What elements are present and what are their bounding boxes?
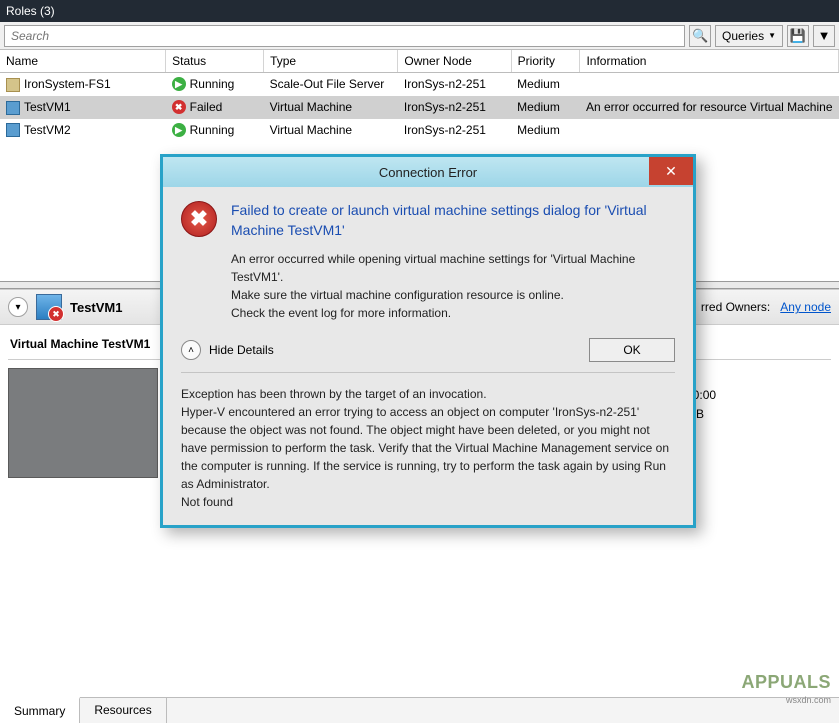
cell-info: An error occurred for resource Virtual M… [580,96,839,119]
watermark-brand: APPUALS [741,672,831,693]
running-icon: ▶ [172,123,186,137]
toolbar: 🔍 Queries ▼ 💾 ▼ [0,22,839,50]
details-line: Hyper-V encountered an error trying to a… [181,403,675,493]
watermark-site: wsxdn.com [786,695,831,705]
hide-details-toggle[interactable]: ˄ Hide Details [181,340,274,360]
cell-name: TestVM2 [24,123,71,137]
cell-type: Virtual Machine [264,96,398,119]
save-dropdown-button[interactable]: ▼ [813,25,835,47]
vm-thumbnail [8,368,158,478]
server-icon [6,78,20,92]
dialog-body-line: An error occurred while opening virtual … [231,250,675,286]
col-owner[interactable]: Owner Node [398,50,511,73]
error-icon: ✖ [181,201,217,237]
cell-name: TestVM1 [24,100,71,114]
cell-priority: Medium [511,119,580,142]
col-information[interactable]: Information [580,50,839,73]
error-dialog: Connection Error ✕ ✖ Failed to create or… [160,154,696,528]
cell-priority: Medium [511,73,580,96]
vm-error-icon [36,294,62,320]
detail-tabs: Summary Resources [0,697,839,723]
tab-summary[interactable]: Summary [0,697,80,723]
cell-type: Scale-Out File Server [264,73,398,96]
ok-button[interactable]: OK [589,338,675,362]
window-titlebar: Roles (3) [0,0,839,22]
col-status[interactable]: Status [166,50,264,73]
col-name[interactable]: Name [0,50,166,73]
cell-info [580,119,839,142]
dialog-title: Connection Error [379,165,477,180]
owners-label: rred Owners: [701,300,770,314]
chevron-down-icon: ▼ [768,31,776,40]
cell-owner: IronSys-n2-251 [398,96,511,119]
table-row[interactable]: IronSystem-FS1 ▶ Running Scale-Out File S… [0,73,839,96]
chevron-up-icon: ˄ [181,340,201,360]
queries-label: Queries [722,29,764,43]
tab-resources[interactable]: Resources [80,698,166,723]
cell-status: Running [190,123,235,137]
dialog-body-line: Make sure the virtual machine configurat… [231,286,675,304]
table-row[interactable]: TestVM1 ✖ Failed Virtual Machine IronSys-… [0,96,839,119]
hide-details-label: Hide Details [209,343,274,357]
dialog-titlebar[interactable]: Connection Error ✕ [163,157,693,187]
cell-priority: Medium [511,96,580,119]
cell-status: Failed [190,100,223,114]
cell-type: Virtual Machine [264,119,398,142]
chevron-down-icon: ▼ [818,28,831,43]
col-type[interactable]: Type [264,50,398,73]
cell-owner: IronSys-n2-251 [398,73,511,96]
col-priority[interactable]: Priority [511,50,580,73]
failed-icon: ✖ [172,100,186,114]
close-button[interactable]: ✕ [649,157,693,185]
cell-owner: IronSys-n2-251 [398,119,511,142]
vm-icon [6,123,20,137]
search-button[interactable]: 🔍 [689,25,711,47]
detail-name: TestVM1 [70,300,123,315]
dialog-details: Exception has been thrown by the target … [181,372,675,511]
details-line: Exception has been thrown by the target … [181,385,675,403]
preferred-owners: rred Owners: Any node [701,300,831,314]
close-icon: ✕ [665,163,677,180]
dialog-heading: Failed to create or launch virtual machi… [231,201,675,240]
save-button[interactable]: 💾 [787,25,809,47]
running-icon: ▶ [172,77,186,91]
queries-button[interactable]: Queries ▼ [715,25,783,47]
table-row[interactable]: TestVM2 ▶ Running Virtual Machine IronSys… [0,119,839,142]
search-icon: 🔍 [692,28,708,44]
vm-icon [6,101,20,115]
cell-name: IronSystem-FS1 [24,77,111,91]
cell-status: Running [190,77,235,91]
save-icon: 💾 [790,28,806,44]
search-input[interactable] [4,25,685,47]
roles-grid: Name Status Type Owner Node Priority Inf… [0,50,839,141]
cell-info [580,73,839,96]
dialog-body-line: Check the event log for more information… [231,304,675,322]
collapse-button[interactable]: ▾ [8,297,28,317]
details-line: Not found [181,493,675,511]
owners-link[interactable]: Any node [780,300,831,314]
